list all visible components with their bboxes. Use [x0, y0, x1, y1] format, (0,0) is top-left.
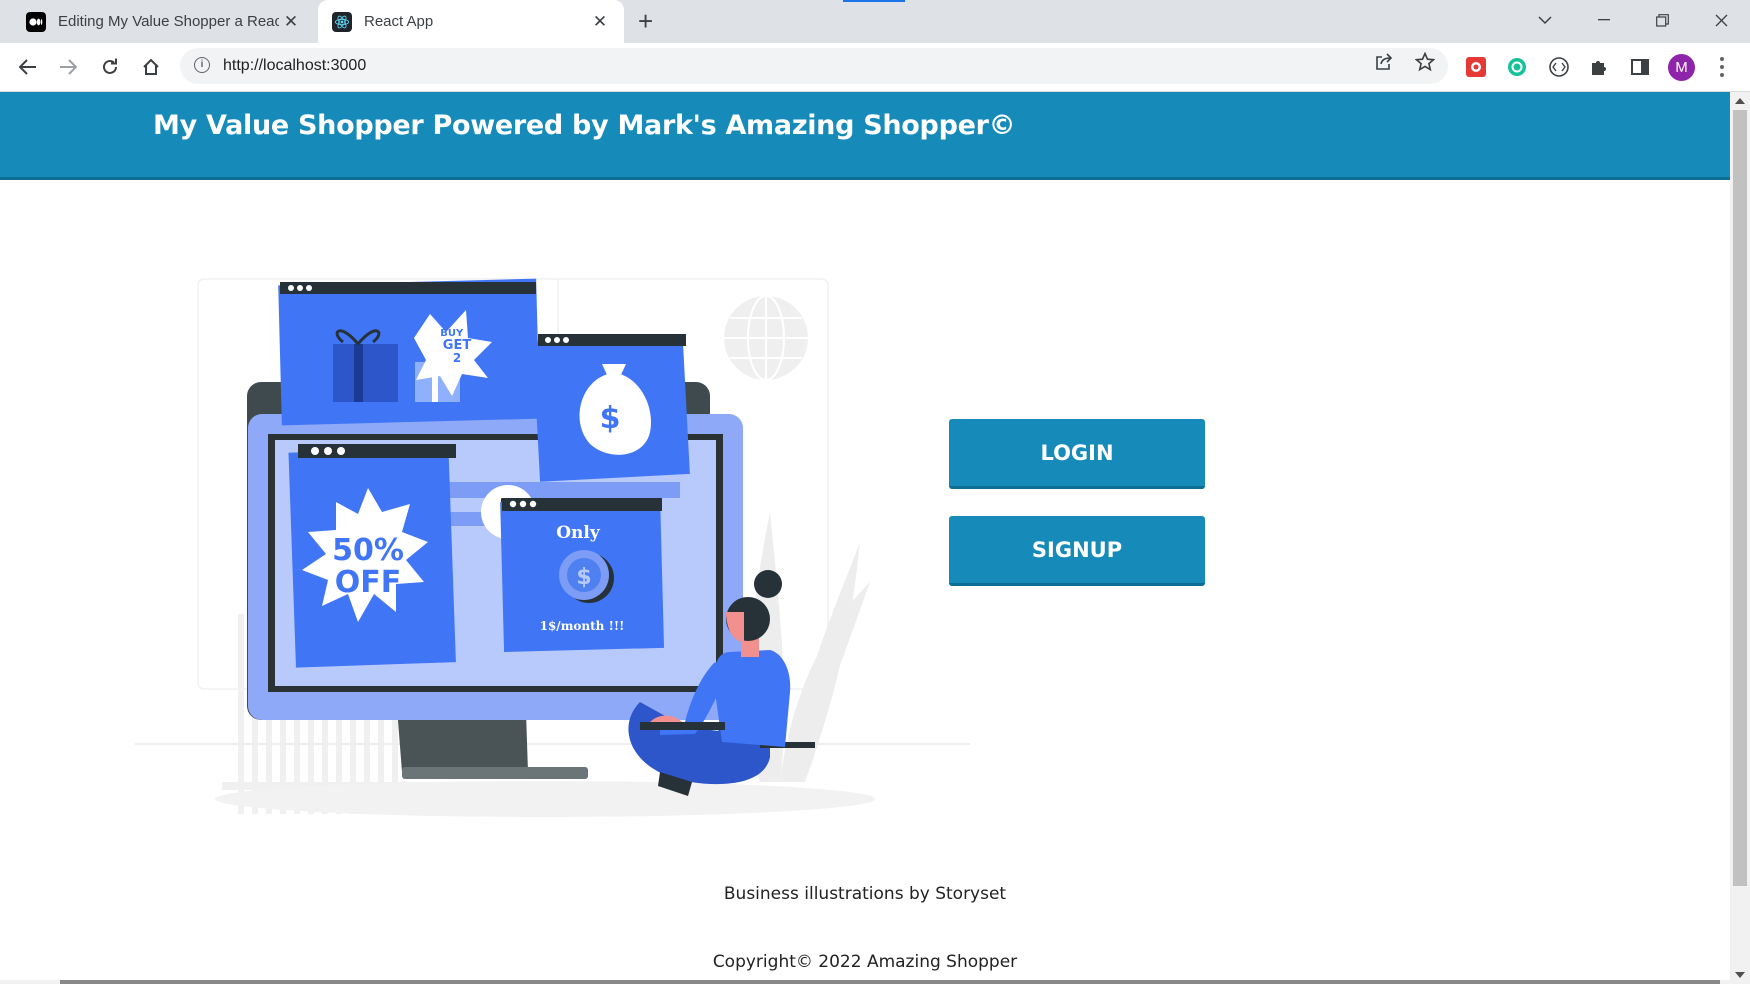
- signup-button[interactable]: SIGNUP: [949, 516, 1205, 586]
- scroll-up-icon[interactable]: [1735, 98, 1745, 104]
- discount-off: OFF: [335, 565, 402, 600]
- money-bag-window: $: [532, 334, 690, 482]
- address-bar[interactable]: i http://localhost:3000: [180, 48, 1448, 84]
- gift-window: BUY 1 GET 2: [278, 278, 540, 426]
- extension-grammarly-icon[interactable]: [1504, 54, 1530, 80]
- tab-strip: Editing My Value Shopper a React ✕ React…: [0, 0, 1750, 43]
- close-window-icon[interactable]: [1699, 0, 1743, 40]
- extensions-puzzle-icon[interactable]: [1586, 54, 1612, 80]
- price-month-text: 1$/month !!!: [540, 619, 625, 633]
- close-tab-icon[interactable]: ✕: [279, 12, 303, 32]
- tab-search-icon[interactable]: [1523, 0, 1567, 40]
- discount-window: 50% OFF: [288, 444, 456, 668]
- forward-icon[interactable]: [53, 52, 83, 82]
- browser-menu-icon[interactable]: [1716, 55, 1728, 79]
- app-header: My Value Shopper Powered by Mark's Amazi…: [0, 92, 1730, 180]
- profile-avatar[interactable]: M: [1668, 54, 1695, 81]
- login-button[interactable]: LOGIN: [949, 419, 1205, 489]
- new-tab-button[interactable]: +: [638, 7, 653, 35]
- bookmark-star-icon[interactable]: [1414, 51, 1436, 72]
- back-icon[interactable]: [13, 52, 43, 82]
- extension-red-icon[interactable]: [1463, 54, 1489, 80]
- price-only-text: Only: [556, 523, 601, 543]
- app-title: My Value Shopper Powered by Mark's Amazi…: [153, 110, 1016, 141]
- vertical-scrollbar[interactable]: [1730, 92, 1750, 984]
- illustration-credit-link[interactable]: Business illustrations by Storyset: [0, 884, 1730, 904]
- loading-indicator: [843, 0, 905, 2]
- share-icon[interactable]: [1374, 52, 1394, 72]
- scrollbar-thumb[interactable]: [1733, 110, 1747, 886]
- coin-dollar: $: [576, 565, 591, 590]
- horizontal-scrollbar-thumb[interactable]: [60, 980, 1720, 984]
- side-panel-icon[interactable]: [1627, 54, 1653, 80]
- close-tab-icon[interactable]: ✕: [588, 12, 612, 32]
- tab-react-app[interactable]: React App ✕: [318, 0, 624, 43]
- horizontal-scrollbar[interactable]: [0, 980, 1730, 984]
- discount-percent: 50%: [332, 533, 404, 568]
- reload-icon[interactable]: [95, 52, 125, 82]
- home-icon[interactable]: [136, 52, 166, 82]
- scroll-down-icon[interactable]: [1735, 972, 1745, 978]
- site-info-icon[interactable]: i: [194, 57, 210, 73]
- react-icon: [332, 11, 352, 32]
- tab-title: Editing My Value Shopper a React: [58, 13, 279, 30]
- page-viewport: My Value Shopper Powered by Mark's Amazi…: [0, 92, 1730, 984]
- restore-icon[interactable]: [1640, 0, 1684, 40]
- extension-code-icon[interactable]: [1546, 54, 1572, 80]
- shopping-illustration: BUY 1 GET 2 $ 50% OFF Only $ 1$/month !!…: [130, 182, 980, 902]
- tab-editing[interactable]: Editing My Value Shopper a React ✕: [10, 0, 315, 43]
- browser-toolbar: i http://localhost:3000 M: [0, 43, 1750, 92]
- medium-icon: [26, 11, 46, 32]
- copyright-text: Copyright© 2022 Amazing Shopper: [712, 952, 1018, 972]
- promo-two-text: 2: [453, 351, 461, 365]
- minimize-icon[interactable]: [1582, 0, 1626, 40]
- price-window: Only $ 1$/month !!!: [500, 497, 665, 653]
- url-text: http://localhost:3000: [223, 57, 367, 74]
- tab-title: React App: [364, 13, 434, 30]
- money-bag-dollar: $: [600, 401, 621, 436]
